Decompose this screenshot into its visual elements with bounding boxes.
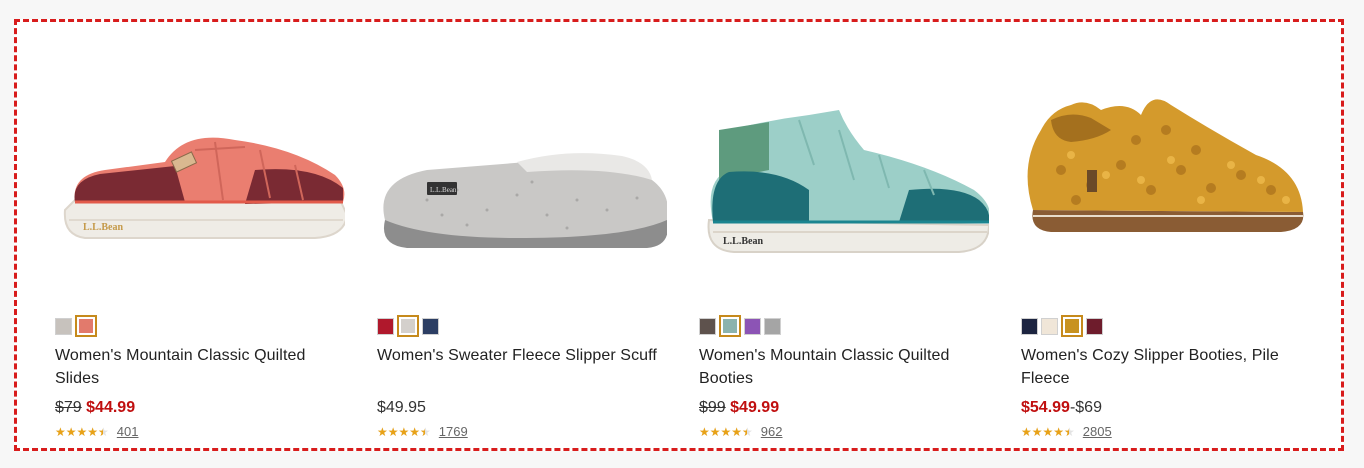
color-swatch[interactable] <box>764 317 781 335</box>
product-image-teal-quilted-bootie[interactable]: L.L.Bean <box>689 70 989 260</box>
product-image-gray-fleece-scuff[interactable]: L.L.Bean <box>367 70 667 260</box>
color-swatch[interactable] <box>744 317 761 335</box>
product-price: $99 $49.99 <box>699 398 779 418</box>
star-icons-filled: ★★★★★ <box>377 424 425 439</box>
product-name-link[interactable]: Women's Mountain Classic Quilted Slides <box>55 344 345 390</box>
review-count-link[interactable]: 401 <box>117 424 139 439</box>
color-swatch[interactable] <box>1021 317 1038 335</box>
color-swatch-selected[interactable] <box>397 315 419 337</box>
star-icons-filled: ★★★★★ <box>1021 424 1069 439</box>
rating-stars: ★★★★★ ★★★★★ <box>377 425 431 439</box>
teal-quilted-bootie-image: L.L.Bean <box>707 110 989 253</box>
star-icons-filled: ★★★★★ <box>55 424 103 439</box>
color-swatches <box>55 315 97 337</box>
product-name-link[interactable]: Women's Cozy Slipper Booties, Pile Fleec… <box>1021 344 1311 390</box>
product-rating[interactable]: ★★★★★ ★★★★★ 2805 <box>1021 424 1112 439</box>
product-image-coral-quilted-slide[interactable]: L.L.Bean <box>45 70 345 260</box>
color-swatch[interactable] <box>699 317 716 335</box>
product-image-gold-pile-fleece-bootie[interactable] <box>1011 70 1311 260</box>
color-swatches <box>377 315 439 337</box>
gold-pile-fleece-bootie-image <box>1027 99 1304 232</box>
svg-text:L.L.Bean: L.L.Bean <box>430 186 457 194</box>
product-card[interactable]: L.L.Bean Women's Mountain Classic Quilte… <box>45 22 345 448</box>
review-count-link[interactable]: 962 <box>761 424 783 439</box>
sale-price: $44.99 <box>86 399 136 416</box>
price-range-suffix: -$69 <box>1069 399 1102 416</box>
color-swatch[interactable] <box>422 317 439 335</box>
product-price: $49.95 <box>377 398 426 418</box>
rating-stars: ★★★★★ ★★★★★ <box>55 425 109 439</box>
sale-price: $49.99 <box>730 399 780 416</box>
product-name-link[interactable]: Women's Sweater Fleece Slipper Scuff <box>377 344 667 367</box>
rating-stars: ★★★★★ ★★★★★ <box>1021 425 1075 439</box>
product-price: $54.99-$69 <box>1021 398 1102 418</box>
original-price: $99 <box>699 399 726 416</box>
product-card[interactable]: L.L.Bean Women's Mountain Classic Quilte… <box>689 22 989 448</box>
color-swatch[interactable] <box>1086 317 1103 335</box>
color-swatches <box>699 315 781 337</box>
regular-price: $49.95 <box>377 399 426 416</box>
product-name-link[interactable]: Women's Mountain Classic Quilted Booties <box>699 344 989 390</box>
color-swatch-selected[interactable] <box>1061 315 1083 337</box>
color-swatch-selected[interactable] <box>75 315 97 337</box>
color-swatch-selected[interactable] <box>719 315 741 337</box>
original-price: $79 <box>55 399 82 416</box>
color-swatches <box>1021 315 1103 337</box>
star-icons-filled: ★★★★★ <box>699 424 747 439</box>
product-grid-frame: L.L.Bean Women's Mountain Classic Quilte… <box>14 19 1344 451</box>
gray-fleece-scuff-image: L.L.Bean <box>383 153 667 248</box>
product-card[interactable]: L.L.Bean Women's Sweater Fleece Slipper … <box>367 22 667 448</box>
color-swatch[interactable] <box>55 317 72 335</box>
svg-text:L.L.Bean: L.L.Bean <box>723 236 763 247</box>
color-swatch[interactable] <box>377 317 394 335</box>
review-count-link[interactable]: 1769 <box>439 424 468 439</box>
color-swatch[interactable] <box>1041 317 1058 335</box>
product-rating[interactable]: ★★★★★ ★★★★★ 1769 <box>377 424 468 439</box>
product-price: $79 $44.99 <box>55 398 135 418</box>
coral-quilted-slide-image: L.L.Bean <box>63 137 345 239</box>
review-count-link[interactable]: 2805 <box>1083 424 1112 439</box>
product-rating[interactable]: ★★★★★ ★★★★★ 962 <box>699 424 783 439</box>
product-grid: L.L.Bean Women's Mountain Classic Quilte… <box>31 22 1331 448</box>
product-rating[interactable]: ★★★★★ ★★★★★ 401 <box>55 424 139 439</box>
svg-text:L.L.Bean: L.L.Bean <box>83 222 123 233</box>
product-card[interactable]: Women's Cozy Slipper Booties, Pile Fleec… <box>1011 22 1311 448</box>
sale-price: $54.99 <box>1021 399 1070 416</box>
rating-stars: ★★★★★ ★★★★★ <box>699 425 753 439</box>
